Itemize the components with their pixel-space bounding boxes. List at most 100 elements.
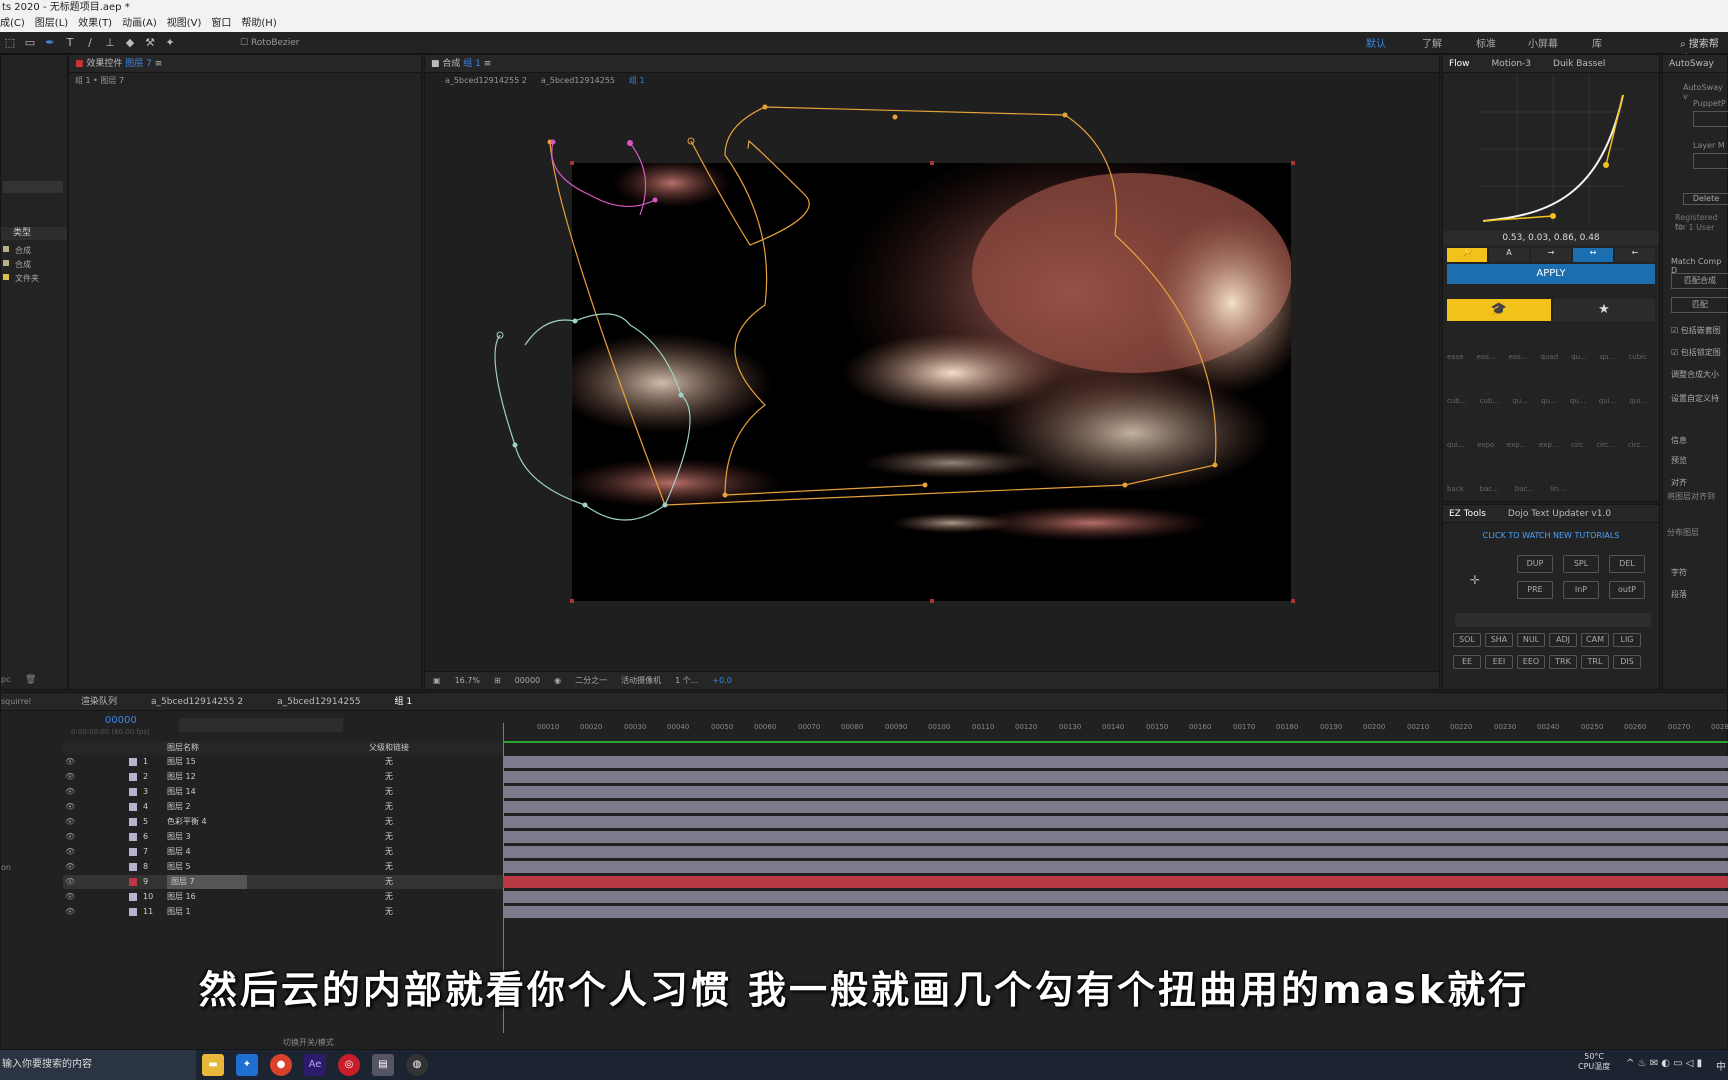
layer-bar[interactable] <box>503 816 1728 828</box>
lock-icon[interactable]: ■ <box>75 59 84 69</box>
label-swatch[interactable] <box>129 863 137 871</box>
toggle-switches-modes[interactable]: 切换开关/模式 <box>283 1037 334 1048</box>
project-row[interactable]: 文件夹 <box>15 273 39 284</box>
preset[interactable]: quad <box>1541 353 1559 361</box>
preset[interactable]: qui... <box>1599 397 1617 405</box>
layer-bar[interactable] <box>503 786 1728 798</box>
puppet-tool-icon[interactable]: ✦ <box>163 36 177 50</box>
eye-icon[interactable]: 👁 <box>65 845 75 859</box>
eye-icon[interactable]: 👁 <box>65 890 75 904</box>
tab-render-queue[interactable]: 渲染队列 <box>81 693 117 710</box>
layer-name[interactable]: 图层 3 <box>167 830 191 844</box>
preset[interactable]: bac... <box>1480 485 1499 493</box>
roto-tool-icon[interactable]: ⚒ <box>143 36 157 50</box>
parent-dropdown[interactable]: 无 <box>385 845 393 859</box>
chrome-icon[interactable]: ● <box>270 1054 292 1076</box>
menu-item[interactable]: 帮助(H) <box>241 15 276 32</box>
layer-row[interactable]: 👁 7 图层 4 无 <box>63 845 503 859</box>
preview-panel-tab[interactable]: 预览 <box>1671 455 1687 466</box>
preset[interactable]: qu... <box>1571 353 1587 361</box>
menu-item[interactable]: 效果(T) <box>78 15 112 32</box>
arrow-right-icon[interactable]: → <box>1531 248 1571 262</box>
match-comp-button[interactable]: 匹配合成 <box>1671 273 1728 289</box>
layer-bar[interactable] <box>503 861 1728 873</box>
paragraph-panel-tab[interactable]: 段落 <box>1671 589 1687 600</box>
timeline-timecode[interactable]: 00000 <box>105 715 137 726</box>
rectangle-tool-icon[interactable]: ▭ <box>23 36 37 50</box>
panel-menu-icon[interactable]: ≡ <box>155 59 163 69</box>
brush-tool-icon[interactable]: ∕ <box>83 36 97 50</box>
project-row[interactable]: 合成 <box>15 245 31 256</box>
parent-dropdown[interactable]: 无 <box>385 875 393 889</box>
workspace-small-screen[interactable]: 小屏幕 <box>1528 35 1558 50</box>
tab-comp-active[interactable]: 组 1 <box>395 693 413 710</box>
camera-dropdown[interactable]: 活动摄像机 <box>621 675 661 686</box>
resize-comp-label[interactable]: 调整合成大小 <box>1671 369 1719 380</box>
layer-name[interactable]: 图层 1 <box>167 905 191 919</box>
preset[interactable]: exp... <box>1539 441 1558 449</box>
zoom-dropdown[interactable]: 16.7% <box>455 676 480 685</box>
ez-button[interactable]: SPL <box>1563 555 1599 573</box>
rotobezier-checkbox[interactable]: ☐ RotoBezier <box>240 38 300 48</box>
layer-name[interactable]: 图层 7 <box>167 875 247 889</box>
workspace-default[interactable]: 默认 <box>1366 35 1386 50</box>
label-swatch[interactable] <box>129 818 137 826</box>
parent-dropdown[interactable]: 无 <box>385 770 393 784</box>
parent-dropdown[interactable]: 无 <box>385 905 393 919</box>
mask-paths[interactable] <box>425 55 1441 615</box>
star-icon[interactable]: ★ <box>1553 299 1655 321</box>
label-swatch[interactable] <box>129 893 137 901</box>
preset[interactable]: qu... <box>1600 353 1616 361</box>
tab-comp[interactable]: a_5bced12914255 <box>277 693 360 710</box>
project-search[interactable] <box>3 181 63 193</box>
autosway-field[interactable] <box>1693 111 1728 127</box>
eye-icon[interactable]: 👁 <box>65 785 75 799</box>
layer-name[interactable]: 图层 5 <box>167 860 191 874</box>
ez-button[interactable]: PRE <box>1517 581 1553 599</box>
workspace-learn[interactable]: 了解 <box>1422 35 1442 50</box>
tab-ez-tools[interactable]: EZ Tools <box>1449 505 1486 522</box>
exposure-value[interactable]: +0.0 <box>712 676 731 685</box>
layer-name[interactable]: 图层 15 <box>167 755 196 769</box>
workspace-standard[interactable]: 标准 <box>1476 35 1496 50</box>
parent-dropdown[interactable]: 无 <box>385 815 393 829</box>
tab-motion3[interactable]: Motion-3 <box>1492 55 1532 72</box>
layer-bar[interactable] <box>503 906 1728 918</box>
apply-button[interactable]: APPLY <box>1447 264 1655 284</box>
tab-dojo[interactable]: Dojo Text Updater v1.0 <box>1508 505 1611 522</box>
ez-small-button[interactable]: ADJ <box>1549 633 1577 647</box>
layer-row-selected[interactable]: 👁 9 图层 7 无 <box>63 875 503 889</box>
tutorials-link[interactable]: CLICK TO WATCH NEW TUTORIALS <box>1443 531 1659 540</box>
preset[interactable]: eas... <box>1509 353 1528 361</box>
parent-dropdown[interactable]: 无 <box>385 890 393 904</box>
include-nested-checkbox[interactable]: ☑ 包括嵌套图 <box>1671 325 1721 336</box>
project-col-type[interactable]: 类型 <box>1 227 67 240</box>
taskbar-search[interactable]: 输入你要搜索的内容 <box>0 1050 196 1080</box>
tray-icons[interactable]: ^ ♨ ✉ ◐ ▭ ◁ ▮ <box>1626 1058 1702 1069</box>
parent-dropdown[interactable]: 无 <box>385 800 393 814</box>
mask-vertices[interactable] <box>496 104 1218 508</box>
layer-row[interactable]: 👁 4 图层 2 无 <box>63 800 503 814</box>
mask-pink[interactable] <box>629 142 647 216</box>
anchor-grid-icon[interactable]: ✛ <box>1455 555 1495 605</box>
info-panel-tab[interactable]: 信息 <box>1671 435 1687 446</box>
parent-dropdown[interactable]: 无 <box>385 860 393 874</box>
viewer-timecode[interactable]: 00000 <box>515 676 540 685</box>
effects-title[interactable]: 效果控件 <box>86 59 122 69</box>
preset[interactable]: ease <box>1447 353 1464 361</box>
preset[interactable]: cub... <box>1447 397 1466 405</box>
autosway-field[interactable] <box>1693 153 1728 169</box>
custom-duration-label[interactable]: 设置自定义持 <box>1671 393 1719 404</box>
selection-tool-icon[interactable]: ⬚ <box>3 36 17 50</box>
preset[interactable]: cub... <box>1480 397 1499 405</box>
project-bpc[interactable]: pc <box>1 675 10 684</box>
layer-name[interactable]: 色彩平衡 4 <box>167 815 207 829</box>
work-area-bar[interactable] <box>503 741 1728 743</box>
project-row[interactable]: 合成 <box>15 259 31 270</box>
layer-name[interactable]: 图层 2 <box>167 800 191 814</box>
view-options-icon[interactable]: ▣ <box>433 676 441 685</box>
label-swatch[interactable] <box>129 773 137 781</box>
eye-icon[interactable]: 👁 <box>65 815 75 829</box>
eye-icon[interactable]: 👁 <box>65 875 75 889</box>
arrow-both-icon[interactable]: ↔ <box>1573 248 1613 262</box>
